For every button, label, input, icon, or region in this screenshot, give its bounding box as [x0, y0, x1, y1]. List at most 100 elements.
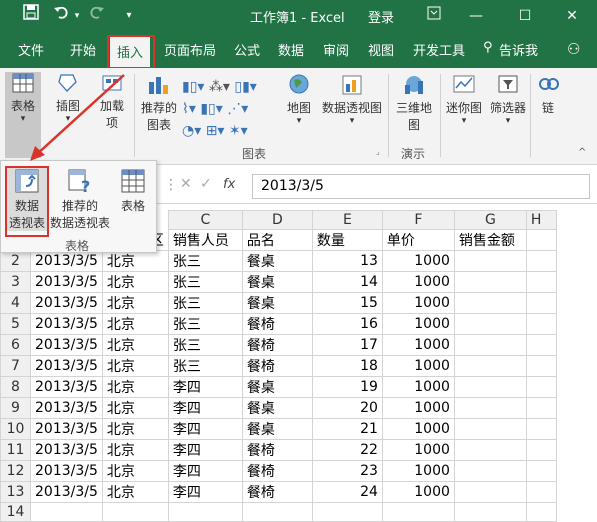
cancel-icon[interactable]: ✕	[180, 176, 192, 192]
enter-icon[interactable]: ✓	[200, 176, 212, 192]
row-header[interactable]: 14	[0, 502, 31, 522]
cell-sales-person[interactable]: 张三	[167, 313, 243, 335]
cell-quantity-header[interactable]: 数量	[311, 229, 383, 251]
row-header[interactable]: 11	[0, 439, 31, 461]
cell-sales-person-header[interactable]: 销售人员	[167, 229, 243, 251]
cell-region[interactable]: 北京	[101, 439, 169, 461]
cell-region[interactable]: 北京	[101, 460, 169, 482]
column-header-d[interactable]: D	[241, 210, 313, 230]
cell-unit-price[interactable]	[381, 502, 455, 522]
cell-date[interactable]: 2013/3/5	[30, 481, 103, 503]
customize-quick-access-icon[interactable]: ▾	[123, 4, 135, 28]
cell-sales-person[interactable]: 李四	[167, 460, 243, 482]
cell-quantity[interactable]: 18	[311, 355, 383, 377]
cell-date[interactable]: 2013/3/5	[30, 439, 103, 461]
cell-sales-amount[interactable]	[453, 271, 527, 293]
cell-sales-person[interactable]	[167, 502, 243, 522]
cell-region[interactable]: 北京	[101, 271, 169, 293]
cell[interactable]	[525, 250, 557, 272]
chart-type-grid[interactable]: ▮▯▾ ⁂▾ ▯▮▾ ⌇▾ ▮▯▾ ⋰▾ ◔▾ ⊞▾ ✶▾	[182, 76, 282, 142]
tab-page-layout[interactable]: 页面布局	[164, 40, 216, 59]
column-header-f[interactable]: F	[381, 210, 455, 230]
cell-unit-price[interactable]: 1000	[381, 418, 455, 440]
cell-sales-person[interactable]: 张三	[167, 292, 243, 314]
cell-sales-amount[interactable]	[453, 355, 527, 377]
cell-sales-amount[interactable]	[453, 502, 527, 522]
cell-region[interactable]: 北京	[101, 397, 169, 419]
cell-unit-price-header[interactable]: 单价	[381, 229, 455, 251]
cell-quantity[interactable]: 20	[311, 397, 383, 419]
row-header[interactable]: 2	[0, 250, 31, 272]
cell-unit-price[interactable]: 1000	[381, 334, 455, 356]
cell-sales-amount[interactable]	[453, 292, 527, 314]
cell-region[interactable]: 北京	[101, 481, 169, 503]
column-header-e[interactable]: E	[311, 210, 383, 230]
cell-quantity[interactable]: 22	[311, 439, 383, 461]
cell[interactable]	[525, 229, 557, 251]
cell[interactable]	[525, 439, 557, 461]
cell-region[interactable]: 北京	[101, 418, 169, 440]
row-header[interactable]: 3	[0, 271, 31, 293]
insert-function-icon[interactable]: fx	[223, 177, 235, 192]
undo-dropdown-icon[interactable]: ▾	[72, 4, 82, 28]
tab-review[interactable]: 审阅	[323, 40, 349, 59]
cell-quantity[interactable]: 16	[311, 313, 383, 335]
cell-region[interactable]	[101, 502, 169, 522]
links-button[interactable]: 链	[536, 72, 560, 116]
row-header[interactable]: 8	[0, 376, 31, 398]
row-header[interactable]: 13	[0, 481, 31, 503]
cell-sales-amount[interactable]	[453, 418, 527, 440]
cell-region[interactable]: 北京	[101, 334, 169, 356]
login-link[interactable]: 登录	[368, 7, 394, 26]
tab-developer[interactable]: 开发工具	[413, 40, 465, 59]
cell-unit-price[interactable]: 1000	[381, 355, 455, 377]
illustrations-button[interactable]: 插图 ▾	[50, 72, 86, 124]
row-header[interactable]: 7	[0, 355, 31, 377]
cell-region[interactable]: 北京	[101, 250, 169, 272]
cell-product[interactable]: 餐桌	[241, 418, 313, 440]
row-header[interactable]: 6	[0, 334, 31, 356]
cell-sales-person[interactable]: 李四	[167, 439, 243, 461]
cell-unit-price[interactable]: 1000	[381, 397, 455, 419]
cell-sales-amount[interactable]	[453, 397, 527, 419]
sparklines-button[interactable]: 迷你图 ▾	[444, 72, 484, 126]
tab-formulas[interactable]: 公式	[234, 40, 260, 59]
cell-quantity[interactable]: 24	[311, 481, 383, 503]
cell-region[interactable]: 北京	[101, 313, 169, 335]
tab-data[interactable]: 数据	[278, 40, 304, 59]
cell[interactable]	[525, 334, 557, 356]
redo-icon[interactable]	[88, 4, 106, 28]
cell[interactable]	[525, 355, 557, 377]
cell-quantity[interactable]: 15	[311, 292, 383, 314]
cell[interactable]	[525, 271, 557, 293]
cell-sales-amount[interactable]	[453, 334, 527, 356]
cell-unit-price[interactable]: 1000	[381, 271, 455, 293]
collapse-ribbon-icon[interactable]: ^	[578, 147, 586, 158]
cell-sales-amount[interactable]	[453, 376, 527, 398]
cell-unit-price[interactable]: 1000	[381, 250, 455, 272]
cell-quantity[interactable]: 14	[311, 271, 383, 293]
cell-product[interactable]: 餐椅	[241, 439, 313, 461]
cell-quantity[interactable]: 19	[311, 376, 383, 398]
cell-date[interactable]: 2013/3/5	[30, 376, 103, 398]
cell-sales-amount[interactable]	[453, 481, 527, 503]
maps-button[interactable]: 地图 ▾	[284, 72, 314, 126]
cell-sales-amount[interactable]	[453, 439, 527, 461]
cell-quantity[interactable]: 17	[311, 334, 383, 356]
row-header[interactable]: 12	[0, 460, 31, 482]
cell-unit-price[interactable]: 1000	[381, 292, 455, 314]
cell-unit-price[interactable]: 1000	[381, 313, 455, 335]
addins-button[interactable]: 加载 项	[96, 72, 128, 131]
cell-product[interactable]	[241, 502, 313, 522]
cell-sales-amount[interactable]	[453, 313, 527, 335]
cell-product[interactable]: 餐桌	[241, 250, 313, 272]
cell-region[interactable]: 北京	[101, 292, 169, 314]
cell-unit-price[interactable]: 1000	[381, 481, 455, 503]
save-icon[interactable]	[22, 4, 40, 28]
cell-sales-person[interactable]: 李四	[167, 397, 243, 419]
column-header-c[interactable]: C	[167, 210, 243, 230]
maximize-icon[interactable]: ☐	[515, 4, 535, 28]
share-icon[interactable]: ⚇	[567, 40, 580, 58]
cell-sales-person[interactable]: 李四	[167, 481, 243, 503]
cell-product[interactable]: 餐椅	[241, 355, 313, 377]
